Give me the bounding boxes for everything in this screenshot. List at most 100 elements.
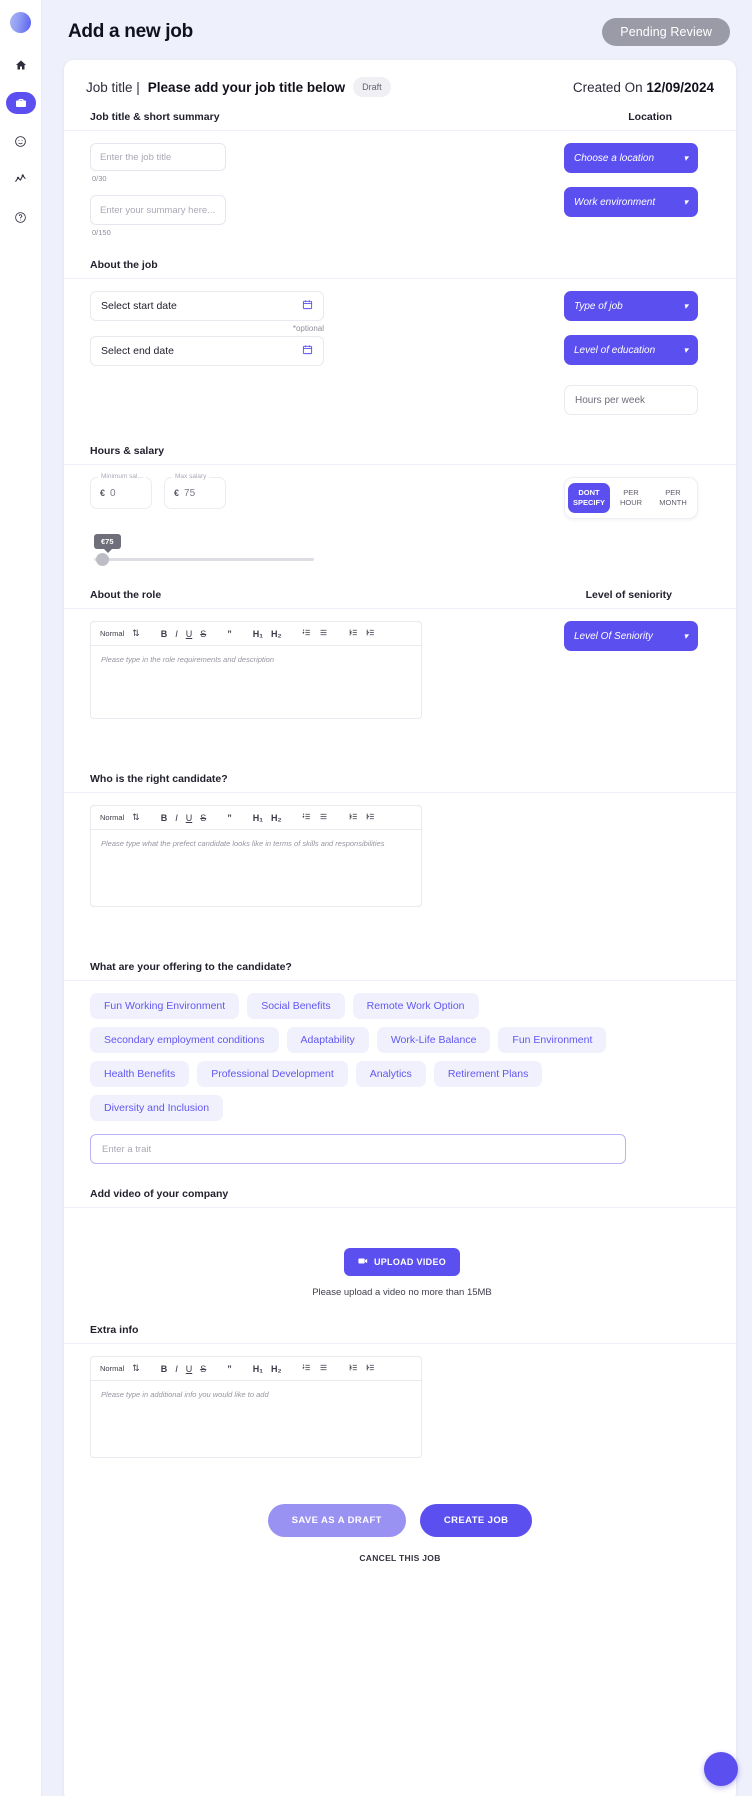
create-job-button[interactable]: CREATE JOB xyxy=(419,1504,533,1537)
level-of-education-select[interactable]: Level of education ▾ xyxy=(564,335,698,365)
sidebar-item-jobs[interactable] xyxy=(5,92,36,114)
ordered-list-icon[interactable] xyxy=(302,628,311,639)
trait-chip[interactable]: Diversity and Inclusion xyxy=(90,1095,224,1121)
trait-chip[interactable]: Fun Environment xyxy=(498,1027,607,1053)
trait-chip[interactable]: Fun Working Environment xyxy=(90,993,240,1019)
format-dropdown[interactable]: Normal xyxy=(100,1364,124,1373)
underline-icon[interactable]: U xyxy=(186,813,193,823)
blockquote-icon[interactable]: ” xyxy=(227,813,232,823)
hours-per-week-input[interactable]: Hours per week xyxy=(564,385,698,415)
calendar-icon[interactable] xyxy=(302,344,313,358)
extra-info-editor-body[interactable]: Please type in additional info you would… xyxy=(91,1381,421,1457)
summary-input[interactable]: Enter your summary here... xyxy=(90,195,226,225)
blockquote-icon[interactable]: ” xyxy=(227,629,232,639)
bullet-list-icon[interactable] xyxy=(319,1363,328,1374)
trait-chip[interactable]: Work-Life Balance xyxy=(376,1027,491,1053)
app-logo[interactable] xyxy=(10,12,31,33)
salary-period-per-hour[interactable]: PER HOUR xyxy=(610,483,652,513)
sidebar-item-candidates[interactable] xyxy=(6,130,36,152)
heading2-icon[interactable]: H₂ xyxy=(271,813,282,823)
heading1-icon[interactable]: H₁ xyxy=(253,1364,263,1374)
bullet-list-icon[interactable] xyxy=(319,628,328,639)
outdent-icon[interactable] xyxy=(349,812,358,823)
work-environment-select[interactable]: Work environment ▾ xyxy=(564,187,698,217)
sidebar xyxy=(0,0,42,1796)
trait-chip[interactable]: Social Benefits xyxy=(247,993,345,1019)
salary-period-per-month[interactable]: PER MONTH xyxy=(652,483,694,513)
trait-chip[interactable]: Secondary employment conditions xyxy=(90,1027,279,1053)
currency-icon: € xyxy=(100,488,106,498)
upload-video-button[interactable]: UPLOAD VIDEO xyxy=(343,1248,461,1276)
section-header-about-job: About the job xyxy=(64,259,736,279)
start-date-input[interactable]: Select start date xyxy=(90,291,324,321)
max-salary-field[interactable]: Max salary € 75 xyxy=(164,473,226,509)
trait-chip[interactable]: Adaptability xyxy=(286,1027,369,1053)
strikethrough-icon[interactable]: S xyxy=(200,813,206,823)
section-title-extra: Extra info xyxy=(90,1324,139,1336)
outdent-icon[interactable] xyxy=(349,1363,358,1374)
heading1-icon[interactable]: H₁ xyxy=(253,629,263,639)
underline-icon[interactable]: U xyxy=(186,629,193,639)
salary-slider[interactable]: €75 xyxy=(90,531,330,566)
candidate-editor-body[interactable]: Please type what the prefect candidate l… xyxy=(91,830,421,906)
salary-period-dont-specify[interactable]: DONT SPECIFY xyxy=(568,482,610,514)
job-title-input[interactable]: Enter the job title xyxy=(90,143,226,171)
trait-input[interactable]: Enter a trait xyxy=(90,1134,626,1164)
candidate-editor[interactable]: Normal ⇅ B I U S ” H₁ H₂ Please type wha… xyxy=(90,805,422,907)
bold-icon[interactable]: B xyxy=(161,813,168,823)
cancel-job-link[interactable]: CANCEL THIS JOB xyxy=(359,1553,440,1563)
status-badge[interactable]: Pending Review xyxy=(602,18,730,46)
blockquote-icon[interactable]: ” xyxy=(227,1364,232,1374)
bullet-list-icon[interactable] xyxy=(319,812,328,823)
level-of-seniority-select[interactable]: Level Of Seniority ▾ xyxy=(564,621,698,651)
end-date-input[interactable]: Select end date xyxy=(90,336,324,366)
trait-chip[interactable]: Professional Development xyxy=(197,1061,348,1087)
sidebar-item-analytics[interactable] xyxy=(6,168,36,190)
salary-slider-track[interactable] xyxy=(94,553,314,566)
sidebar-item-help[interactable] xyxy=(6,206,36,228)
about-role-right-column: Level Of Seniority ▾ xyxy=(564,621,714,719)
trait-chip[interactable]: Health Benefits xyxy=(90,1061,190,1087)
underline-icon[interactable]: U xyxy=(186,1364,193,1374)
format-dropdown[interactable]: Normal xyxy=(100,629,124,638)
min-salary-field[interactable]: Minimum sal... € 0 xyxy=(90,473,152,509)
chevron-updown-icon[interactable]: ⇅ xyxy=(132,812,140,823)
salary-slider-thumb[interactable] xyxy=(96,553,109,566)
trait-chip[interactable]: Remote Work Option xyxy=(352,993,479,1019)
indent-icon[interactable] xyxy=(366,628,375,639)
format-dropdown[interactable]: Normal xyxy=(100,813,124,822)
italic-icon[interactable]: I xyxy=(175,629,178,639)
strikethrough-icon[interactable]: S xyxy=(200,1364,206,1374)
about-role-editor-body[interactable]: Please type in the role requirements and… xyxy=(91,646,421,718)
save-as-draft-button[interactable]: SAVE AS A DRAFT xyxy=(267,1504,406,1537)
italic-icon[interactable]: I xyxy=(175,1364,178,1374)
editor-toolbar: Normal ⇅ B I U S ” H₁ H₂ xyxy=(91,1357,421,1381)
strikethrough-icon[interactable]: S xyxy=(200,629,206,639)
chevron-updown-icon[interactable]: ⇅ xyxy=(132,1363,140,1374)
calendar-icon[interactable] xyxy=(302,299,313,313)
trait-chip[interactable]: Analytics xyxy=(355,1061,426,1087)
salary-inputs-row: Minimum sal... € 0 Max salary € 75 xyxy=(90,473,490,509)
trait-chip[interactable]: Retirement Plans xyxy=(433,1061,543,1087)
bold-icon[interactable]: B xyxy=(161,629,168,639)
bold-icon[interactable]: B xyxy=(161,1364,168,1374)
sidebar-item-home[interactable] xyxy=(6,54,36,76)
heading1-icon[interactable]: H₁ xyxy=(253,813,263,823)
ordered-list-icon[interactable] xyxy=(302,812,311,823)
location-select[interactable]: Choose a location ▾ xyxy=(564,143,698,173)
italic-icon[interactable]: I xyxy=(175,813,178,823)
type-of-job-select[interactable]: Type of job ▾ xyxy=(564,291,698,321)
chevron-updown-icon[interactable]: ⇅ xyxy=(132,628,140,639)
about-role-editor[interactable]: Normal ⇅ B I U S ” H₁ H₂ Please type in … xyxy=(90,621,422,719)
indent-icon[interactable] xyxy=(366,1363,375,1374)
heading2-icon[interactable]: H₂ xyxy=(271,629,282,639)
outdent-icon[interactable] xyxy=(349,628,358,639)
summary-counter: 0/150 xyxy=(92,228,111,237)
heading2-icon[interactable]: H₂ xyxy=(271,1364,282,1374)
extra-info-editor[interactable]: Normal ⇅ B I U S ” H₁ H₂ Please type in … xyxy=(90,1356,422,1458)
indent-icon[interactable] xyxy=(366,812,375,823)
seg-line2: HOUR xyxy=(619,498,643,507)
max-salary-legend: Max salary xyxy=(172,473,210,480)
ordered-list-icon[interactable] xyxy=(302,1363,311,1374)
floating-action-button[interactable] xyxy=(704,1752,738,1786)
